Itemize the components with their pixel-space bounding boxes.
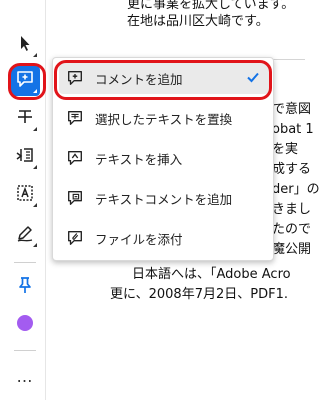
draw-tool-button[interactable] — [10, 220, 40, 250]
more-tools-button[interactable]: … — [10, 362, 40, 392]
text-comment-icon — [64, 187, 86, 209]
color-picker-button[interactable] — [10, 308, 40, 338]
add-comment-icon — [15, 69, 35, 93]
submenu-indicator — [33, 243, 37, 247]
doc-text-line: obat 1 — [272, 122, 314, 137]
replace-text-icon — [64, 107, 86, 129]
menu-item-label: テキストを挿入 — [95, 151, 183, 167]
submenu-indicator — [33, 127, 37, 131]
text-strike-icon — [15, 107, 35, 131]
submenu-indicator — [33, 203, 37, 207]
text-box-icon — [15, 183, 35, 207]
doc-text-line: で意図 — [272, 102, 312, 117]
doc-text-line: der」の — [272, 182, 320, 197]
doc-text-line: 日本語へは、「Adobe Acro — [132, 267, 291, 282]
doc-text-line: を実 — [272, 142, 299, 157]
add-comment-icon — [64, 67, 86, 89]
comment-tool-menu: コメントを追加 選択したテキストを置換 テキストを挿入 テキストコメントを追加 … — [52, 57, 274, 261]
pin-tool-button[interactable] — [10, 272, 40, 302]
menu-item-label: ファイルを添付 — [95, 231, 183, 247]
menu-item-add-comment[interactable]: コメントを追加 — [59, 62, 269, 94]
doc-text-line: きまし — [272, 202, 312, 217]
doc-text-line: 魔公開 — [272, 242, 312, 257]
menu-item-label: コメントを追加 — [95, 71, 183, 87]
doc-text-line: 在地は品川区大崎です。 — [127, 14, 269, 29]
checkmark-icon — [247, 72, 259, 83]
pin-icon — [15, 275, 35, 299]
select-arrow-icon — [15, 33, 35, 57]
submenu-indicator — [33, 89, 37, 93]
text-box-tool-button[interactable] — [10, 180, 40, 210]
more-icon: … — [16, 367, 34, 386]
doc-text-line: 更に事業を拡大しています。 — [127, 0, 295, 12]
color-swatch — [17, 315, 33, 331]
menu-item-replace-text[interactable]: 選択したテキストを置換 — [59, 102, 269, 134]
comment-toolbar: … — [4, 0, 46, 400]
doc-text-line: 更に、2008年7月2日、PDF1. — [110, 287, 288, 302]
menu-item-insert-text[interactable]: テキストを挿入 — [59, 142, 269, 174]
insert-text-icon — [15, 145, 35, 169]
insert-text-icon — [64, 147, 86, 169]
draw-pen-icon — [15, 223, 35, 247]
toolbar-divider — [14, 262, 36, 263]
add-comment-tool-button[interactable] — [10, 66, 40, 96]
toolbar-divider — [14, 350, 36, 351]
insert-text-tool-button[interactable] — [10, 142, 40, 172]
submenu-indicator — [33, 165, 37, 169]
select-tool-button[interactable] — [10, 30, 40, 60]
doc-text-line: 成する — [272, 162, 312, 177]
doc-text-line: たので — [272, 222, 312, 237]
menu-item-label: 選択したテキストを置換 — [95, 111, 233, 127]
submenu-indicator — [33, 53, 37, 57]
menu-item-label: テキストコメントを追加 — [95, 191, 233, 207]
menu-item-text-comment[interactable]: テキストコメントを追加 — [59, 182, 269, 214]
strikethrough-tool-button[interactable] — [10, 104, 40, 134]
attach-file-icon — [64, 227, 86, 249]
menu-item-attach-file[interactable]: ファイルを添付 — [59, 222, 269, 254]
